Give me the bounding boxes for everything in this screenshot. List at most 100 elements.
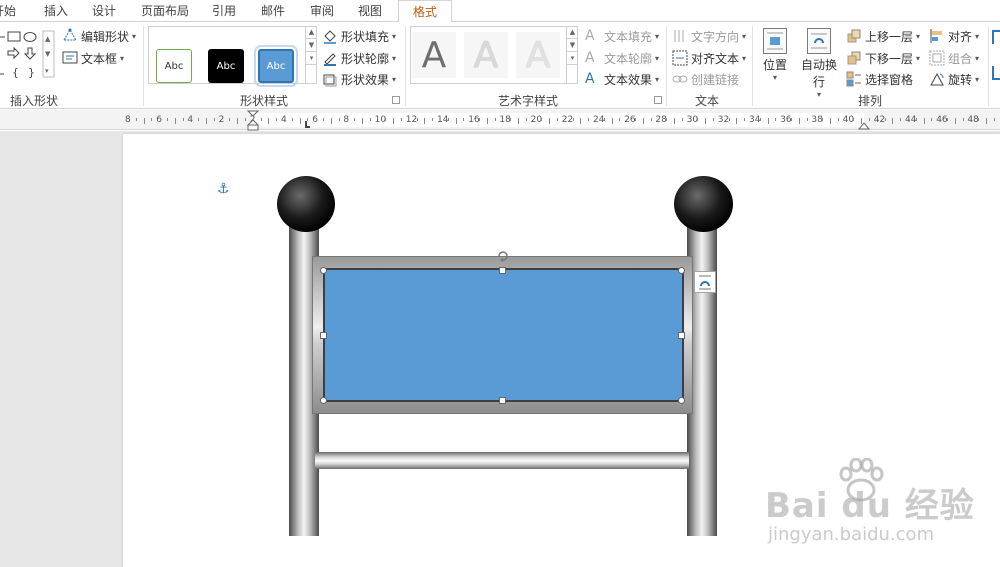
text-fill-label: 文本填充 — [604, 29, 653, 44]
link-icon — [672, 71, 688, 87]
ruler-label: 8 — [343, 115, 350, 125]
size-height-icon[interactable] — [992, 30, 1000, 44]
right-ball-cap[interactable] — [674, 176, 733, 232]
divider — [666, 26, 667, 106]
ruler-label: 42 — [873, 115, 886, 125]
position-button[interactable]: 位置 ▾ — [758, 28, 792, 82]
scroll-down-icon[interactable]: ▼ — [306, 39, 317, 52]
shape-effects-button[interactable]: 形状效果 ▾ — [322, 70, 396, 88]
ruler-label: 48 — [967, 115, 979, 125]
tab-design[interactable]: 设计 — [92, 0, 116, 22]
align-text-label: 对齐文本 — [691, 51, 740, 66]
resize-handle-nw[interactable] — [320, 267, 327, 274]
text-effects-button[interactable]: A 文本效果 ▾ — [585, 70, 659, 88]
board-panel[interactable] — [323, 268, 684, 402]
align-button[interactable]: 对齐 ▾ — [929, 27, 979, 45]
tab-stop-icon[interactable] — [305, 121, 310, 128]
anchor-icon[interactable]: ⚓ — [217, 181, 230, 197]
shape-style-scroll[interactable]: ▲ ▼ ▾ — [305, 26, 317, 84]
resize-handle-s[interactable] — [499, 397, 506, 404]
selection-pane-label: 选择窗格 — [865, 72, 914, 87]
ruler-tick — [572, 118, 574, 121]
wrap-text-button[interactable]: 自动换行 ▾ — [796, 28, 842, 99]
rotate-button[interactable]: 旋转 ▾ — [929, 70, 979, 88]
ruler-tick — [330, 118, 332, 124]
shape-style-preset-1[interactable]: Abc — [156, 49, 192, 83]
scroll-up-icon[interactable]: ▲ — [567, 26, 578, 39]
shape-style-preset-3[interactable]: Abc — [254, 45, 298, 87]
resize-handle-w[interactable] — [320, 332, 327, 339]
ruler-label: 2 — [218, 115, 225, 125]
paint-bucket-icon — [322, 28, 338, 44]
ruler-label: 10 — [374, 115, 387, 125]
edit-shape-button[interactable]: 编辑形状 ▾ — [62, 27, 136, 45]
shape-fill-button[interactable]: 形状填充 ▾ — [322, 27, 396, 45]
ruler-tick — [642, 118, 644, 124]
ruler-tick — [697, 118, 699, 121]
tab-mailings[interactable]: 邮件 — [261, 0, 285, 22]
bring-forward-button[interactable]: 上移一层 ▾ — [846, 27, 920, 45]
dialog-launcher-icon[interactable] — [392, 96, 400, 104]
wordart-preset-1[interactable]: A — [412, 32, 456, 78]
watermark-url: jingyan.baidu.com — [768, 524, 935, 545]
resize-handle-sw[interactable] — [320, 397, 327, 404]
tab-view[interactable]: 视图 — [358, 0, 382, 22]
resize-handle-e[interactable] — [678, 332, 685, 339]
wordart-scroll[interactable]: ▲ ▼ ▾ — [566, 26, 578, 84]
text-outline-button[interactable]: A 文本轮廓 ▾ — [585, 49, 659, 67]
ruler-tick — [822, 118, 824, 121]
wordart-preset-2[interactable]: A — [464, 32, 508, 78]
dialog-launcher-icon[interactable] — [654, 96, 662, 104]
resize-handle-n[interactable] — [499, 267, 506, 274]
wordart-preset-3[interactable]: A — [516, 32, 560, 78]
ruler-label: 32 — [717, 115, 730, 125]
tab-references[interactable]: 引用 — [212, 0, 236, 22]
text-fill-button[interactable]: A 文本填充 ▾ — [585, 27, 659, 45]
shape-style-preset-2[interactable]: Abc — [208, 49, 244, 83]
svg-text:}: } — [28, 66, 35, 79]
tab-page-layout[interactable]: 页面布局 — [141, 0, 189, 22]
scroll-down-icon[interactable]: ▼ — [567, 39, 578, 52]
text-box-button[interactable]: 文本框 ▾ — [62, 49, 124, 67]
tab-review[interactable]: 审阅 — [310, 0, 334, 22]
selection-pane-button[interactable]: 选择窗格 — [846, 70, 913, 88]
tab-format[interactable]: 格式 — [398, 0, 452, 23]
svg-text:▲: ▲ — [45, 35, 51, 43]
rotate-handle-icon[interactable] — [495, 248, 511, 264]
ruler-tick — [713, 118, 714, 121]
ruler-tick — [791, 118, 792, 121]
ruler-tick — [954, 118, 956, 124]
tab-home[interactable]: 开始 — [0, 0, 16, 22]
more-icon[interactable]: ▾ — [567, 52, 578, 65]
text-direction-button[interactable]: 文字方向 ▾ — [672, 27, 746, 45]
shapes-gallery[interactable]: { } ▲ ▼ ▾ — [0, 29, 56, 81]
align-text-button[interactable]: 对齐文本 ▾ — [672, 49, 746, 67]
text-direction-icon — [672, 28, 688, 44]
rotate-icon — [929, 71, 945, 87]
group-button[interactable]: 组合 ▾ — [929, 49, 979, 67]
send-backward-button[interactable]: 下移一层 ▾ — [846, 49, 920, 67]
ruler-tick — [447, 118, 449, 121]
bring-forward-label: 上移一层 — [865, 29, 914, 44]
send-backward-icon — [846, 50, 862, 66]
resize-handle-se[interactable] — [678, 397, 685, 404]
ruler-tick — [393, 118, 395, 124]
create-link-button[interactable]: 创建链接 — [672, 70, 739, 88]
shape-outline-button[interactable]: 形状轮廓 ▾ — [322, 49, 396, 67]
chevron-down-icon: ▾ — [975, 53, 980, 63]
resize-handle-ne[interactable] — [678, 267, 685, 274]
text-fill-icon: A — [585, 28, 595, 44]
indent-marker-icon[interactable] — [246, 110, 260, 132]
position-label: 位置 — [762, 58, 787, 72]
right-indent-marker-icon[interactable] — [858, 118, 870, 130]
ruler-tick — [736, 118, 738, 124]
chevron-down-icon: ▾ — [816, 90, 821, 99]
scroll-up-icon[interactable]: ▲ — [306, 26, 317, 39]
ruler-tick — [213, 118, 215, 121]
crossbar[interactable] — [315, 452, 689, 469]
layout-options-button[interactable] — [694, 271, 716, 293]
tab-insert[interactable]: 插入 — [44, 0, 68, 22]
more-icon[interactable]: ▾ — [306, 52, 317, 65]
size-width-icon[interactable] — [992, 66, 1000, 80]
left-ball-cap[interactable] — [277, 176, 335, 232]
